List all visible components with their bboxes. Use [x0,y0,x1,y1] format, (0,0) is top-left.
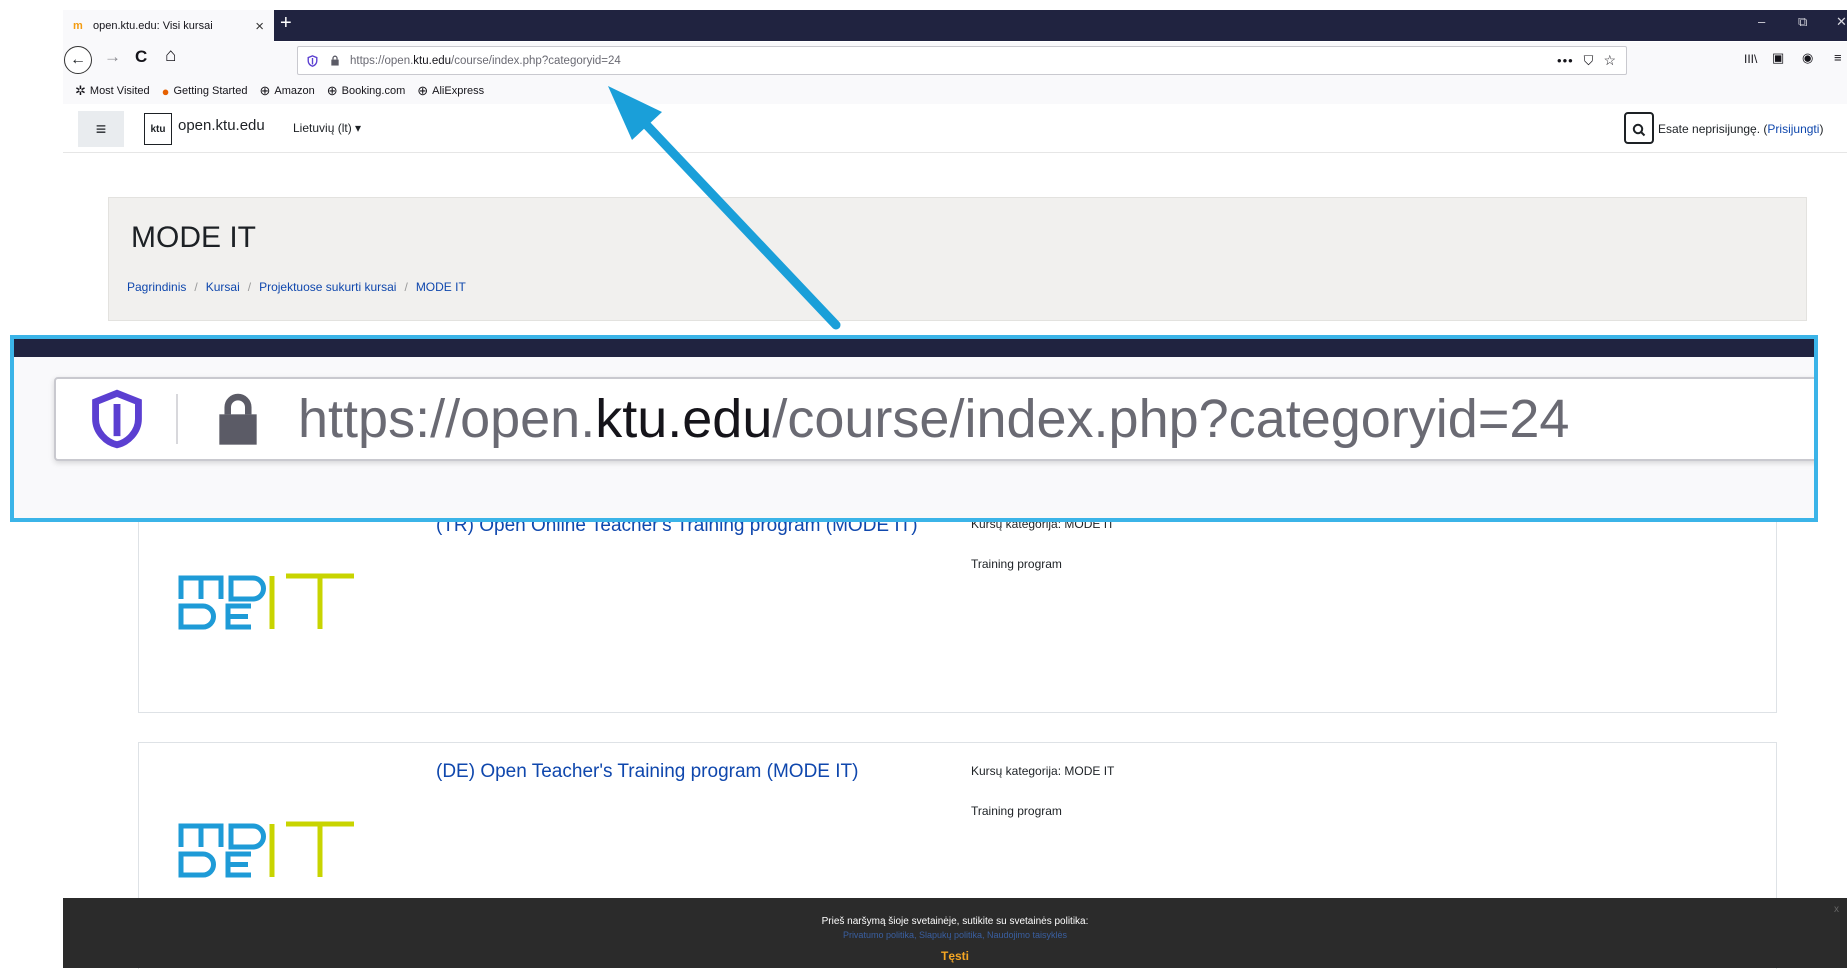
reload-button[interactable]: C [135,47,147,67]
library-icon[interactable]: III\ [1744,52,1757,66]
cookie-close-icon[interactable]: x [1834,904,1839,915]
sidebar-icon[interactable]: ▣ [1772,50,1784,66]
minimize-button[interactable]: – [1758,14,1765,29]
url-text: https://open.ktu.edu/course/index.php?ca… [350,54,621,67]
site-logo[interactable]: ktu [144,113,172,145]
tab-title: open.ktu.edu: Visi kursai [93,20,213,32]
language-menu[interactable]: Lietuvių (lt) ▾ [293,121,361,135]
tracking-shield-icon [92,389,142,449]
globe-icon: ⊕ [326,83,338,98]
menu-icon[interactable]: ≡ [1834,50,1842,65]
page-actions-icon[interactable]: ••• [1557,53,1574,68]
breadcrumb-courses[interactable]: Kursai [206,280,240,294]
back-button[interactable]: ← [64,46,92,74]
page-header [108,197,1807,321]
firefox-icon: ● [161,83,170,99]
divider [176,394,178,444]
account-icon[interactable]: ◉ [1802,50,1813,66]
lock-icon[interactable] [330,55,340,66]
cookie-policy-banner: x Prieš naršymą šioje svetainėje, sutiki… [63,898,1847,968]
breadcrumb: Pagrindinis / Kursai / Projektuose sukurti… [127,280,466,294]
tab-close-icon[interactable]: × [255,18,264,35]
gear-icon: ✲ [75,83,86,98]
pocket-icon[interactable]: ⛉ [1584,53,1594,69]
bookmark-booking[interactable]: ⊕ Booking.com [327,83,406,99]
site-name-link[interactable]: open.ktu.edu [178,117,265,134]
bookmark-star-icon[interactable]: ☆ [1603,52,1616,69]
cookie-message: Prieš naršymą šioje svetainėje, sutikite… [821,916,1089,927]
cookie-accept-button[interactable]: Tęsti [63,949,1847,963]
bookmarks-toolbar: ✲ Most Visited ● Getting Started ⊕ Amazon ⊕… [63,78,1847,104]
home-button[interactable]: ⌂ [165,45,176,67]
mode-it-logo-image[interactable] [178,821,358,881]
lock-icon [219,393,257,445]
breadcrumb-mode-it[interactable]: MODE IT [416,280,466,294]
forward-button[interactable]: → [104,47,121,67]
mode-it-logo-image[interactable] [178,573,358,633]
breadcrumb-project-courses[interactable]: Projektuose sukurti kursai [259,280,396,294]
new-tab-button[interactable]: + [280,12,292,35]
callout-tab-strip [14,339,1814,357]
breadcrumb-home[interactable]: Pagrindinis [127,280,186,294]
zoomed-url-text: https://open.ktu.edu/course/index.php?ca… [298,389,1570,449]
browser-tab[interactable]: m open.ktu.edu: Visi kursai × [63,10,274,42]
drawer-toggle-button[interactable]: ≡ [78,111,124,147]
restore-button[interactable]: ⧉ [1798,14,1807,30]
moodle-favicon-icon: m [73,20,83,32]
bookmark-amazon[interactable]: ⊕ Amazon [259,83,314,99]
course-title-link[interactable]: (DE) Open Teacher's Training program (MO… [436,761,858,783]
login-info: Esate neprisijungę. (Prisijungti) [1658,122,1824,136]
tab-strip [63,10,1847,41]
login-link[interactable]: Prisijungti [1767,122,1819,136]
search-icon [1632,124,1646,137]
bookmark-most-visited[interactable]: ✲ Most Visited [75,83,150,99]
course-summary: Training program [971,804,1062,818]
globe-icon: ⊕ [259,83,271,98]
url-zoom-callout: https://open.ktu.edu/course/index.php?ca… [10,335,1818,522]
bookmark-getting-started[interactable]: ● Getting Started [162,84,248,99]
page-title: MODE IT [131,221,256,254]
url-bar[interactable]: https://open.ktu.edu/course/index.php?ca… [297,46,1627,75]
tracking-shield-icon[interactable] [307,54,318,67]
course-category: Kursų kategorija: MODE IT [971,764,1115,778]
cookie-policy-links[interactable]: Privatumo politika, Slapukų politika, Na… [63,930,1847,940]
search-button[interactable] [1624,112,1654,144]
bookmark-aliexpress[interactable]: ⊕ AliExpress [417,83,484,99]
zoomed-url-bar: https://open.ktu.edu/course/index.php?ca… [54,377,1814,461]
course-summary: Training program [971,557,1062,571]
globe-icon: ⊕ [417,83,429,98]
close-window-button[interactable]: ✕ [1836,14,1847,30]
